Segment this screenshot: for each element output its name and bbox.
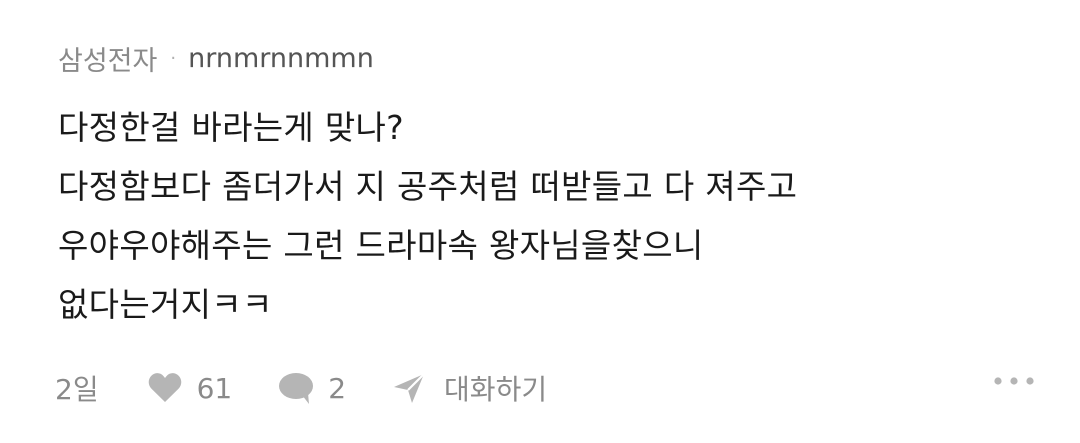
comment-line: 없다는거지ㅋㅋ xyxy=(58,285,273,324)
comment-body: 다정한걸 바라는게 맞나? 다정함보다 좀더가서 지 공주처럼 떠받들고 다 져… xyxy=(58,98,1058,334)
chat-label: 대화하기 xyxy=(444,373,548,406)
comment-count: 2 xyxy=(328,371,347,405)
like-count: 61 xyxy=(196,371,233,405)
paper-plane-icon xyxy=(392,371,426,405)
chat-button[interactable]: 대화하기 xyxy=(392,368,547,408)
action-bar: 2일 61 2 대화하기 xyxy=(55,366,1035,410)
meta-separator: · xyxy=(170,47,177,69)
comment-button[interactable]: 2 xyxy=(278,371,346,405)
heart-icon xyxy=(147,372,183,404)
comment-meta: 삼성전자 · nrnmrnnmmn xyxy=(58,39,1058,78)
post-time: 2일 xyxy=(55,373,99,406)
comment-line: 다정한걸 바라는게 맞나? xyxy=(58,108,404,147)
comment-card: 삼성전자 · nrnmrnnmmn 다정한걸 바라는게 맞나? 다정함보다 좀더… xyxy=(58,40,1058,334)
more-options-button[interactable] xyxy=(993,376,1035,386)
more-dots-icon xyxy=(993,376,1035,386)
like-button[interactable]: 61 xyxy=(147,371,233,405)
comment-line: 우야우야해주는 그런 드라마속 왕자님을찾으니 xyxy=(58,226,704,265)
speech-bubble-icon xyxy=(278,371,314,405)
company-name[interactable]: 삼성전자 xyxy=(58,39,157,78)
username[interactable]: nrnmrnnmmn xyxy=(188,43,374,74)
comment-line: 다정함보다 좀더가서 지 공주처럼 떠받들고 다 져주고 xyxy=(58,167,798,206)
